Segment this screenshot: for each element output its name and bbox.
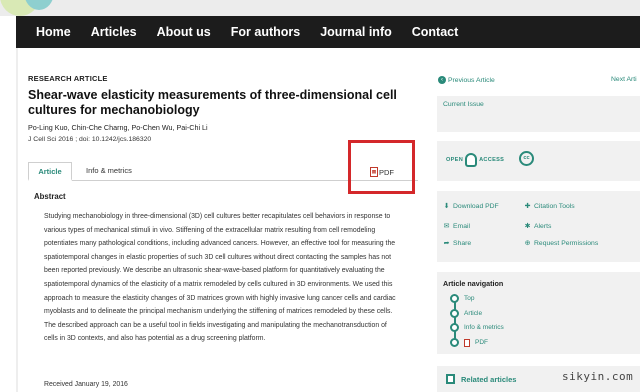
top-decoration [0,0,640,16]
citation-icon: ✚ [524,203,531,210]
nav-dot-icon [450,294,459,303]
download-pdf-label: Download PDF [453,202,499,210]
abstract-text: Studying mechanobiology in three-dimensi… [44,213,396,343]
permissions-icon: ⊕ [524,240,531,247]
tab-info-metrics[interactable]: Info & metrics [86,162,132,181]
nav-home[interactable]: Home [16,25,81,39]
artnav-label: Top [464,295,475,302]
creative-commons-icon: cc [519,151,534,166]
nav-contact[interactable]: Contact [402,25,469,39]
previous-article-link[interactable]: ‹ Previous Article [438,76,495,84]
artnav-label: PDF [475,339,488,346]
artnav-item-info-metrics[interactable]: Info & metrics [450,323,504,332]
pdf-link-label: PDF [379,167,394,177]
open-lock-icon [465,153,478,167]
share-icon: ➦ [443,240,450,247]
alerts-label: Alerts [534,222,552,230]
nav-articles[interactable]: Articles [81,25,147,39]
share-link[interactable]: ➦ Share [443,239,472,248]
related-articles-label: Related articles [461,374,517,384]
nav-dot-icon [450,323,459,332]
artnav-item-top[interactable]: Top [450,294,474,303]
alerts-link[interactable]: ✱ Alerts [524,222,552,231]
next-article-link[interactable]: Next Arti [611,76,637,83]
email-icon: ✉ [443,223,450,230]
nav-for-authors[interactable]: For authors [221,25,310,39]
article-citation: J Cell Sci 2016 ; doi: 10.1242/jcs.18632… [28,136,152,143]
nav-journal-info[interactable]: Journal info [310,25,402,39]
previous-article-label: Previous Article [448,76,495,84]
article-type: RESEARCH ARTICLE [28,74,108,83]
artnav-label: Info & metrics [464,324,504,331]
artnav-item-article[interactable]: Article [450,309,482,318]
arrow-left-icon: ‹ [438,76,446,84]
nav-dot-icon [450,338,459,347]
site-watermark: sikyin.com [562,370,634,383]
nav-about-us[interactable]: About us [147,25,221,39]
request-permissions-link[interactable]: ⊕ Request Permissions [524,239,599,248]
artnav-item-pdf[interactable]: PDF [450,338,488,347]
pdf-icon: ▤ [370,167,378,177]
main-navbar: Home Articles About us For authors Journ… [16,16,640,48]
download-pdf-link[interactable]: ⬇ Download PDF [443,202,499,211]
nav-dot-icon [450,309,459,318]
open-access-right: ACCESS [479,157,505,163]
current-issue-link[interactable]: Current Issue [443,101,484,108]
citation-tools-link[interactable]: ✚ Citation Tools [524,202,575,211]
article-navigation-line [454,299,456,343]
abstract-heading: Abstract [34,192,66,201]
related-articles-link[interactable]: Related articles [446,374,516,384]
related-articles-icon [446,374,455,384]
article-navigation-title: Article navigation [443,279,504,288]
article-authors: Po-Ling Kuo, Chin-Che Charng, Po-Chen Wu… [28,123,208,132]
share-label: Share [453,239,472,247]
download-icon: ⬇ [443,203,450,210]
alerts-icon: ✱ [524,223,531,230]
email-label: Email [453,222,470,230]
open-access-left: OPEN [446,157,464,163]
request-permissions-label: Request Permissions [534,239,599,247]
open-access-badge: OPEN ACCESS [446,153,504,167]
artnav-label: Article [464,310,483,317]
email-link[interactable]: ✉ Email [443,222,470,231]
left-divider [16,48,18,392]
pdf-link[interactable]: ▤ PDF [370,167,394,177]
tab-article[interactable]: Article [28,162,72,181]
citation-tools-label: Citation Tools [534,202,575,210]
pdf-icon [464,338,470,347]
article-title: Shear-wave elasticity measurements of th… [28,88,397,117]
received-date: Received January 19, 2016 [44,381,128,388]
